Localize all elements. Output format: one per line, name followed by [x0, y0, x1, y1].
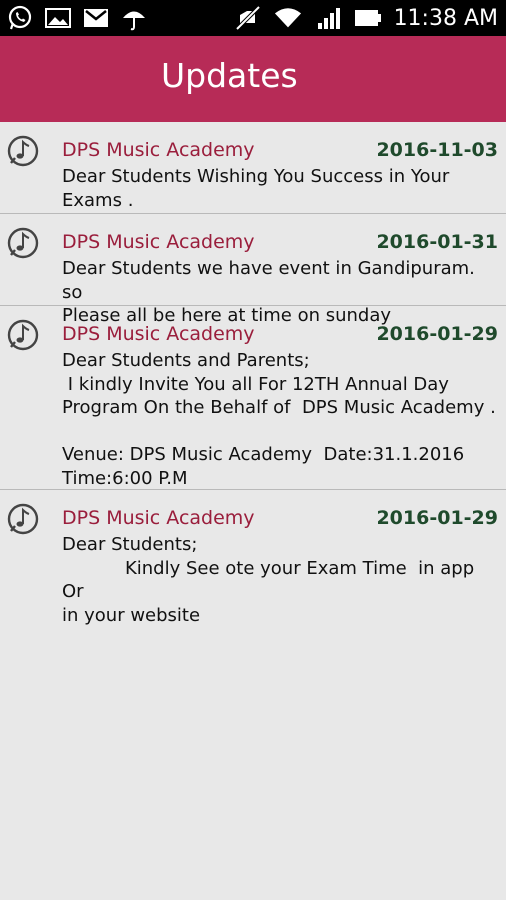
update-message: Dear Students; Kindly See ote your Exam … — [62, 534, 475, 626]
music-note-icon — [7, 319, 39, 351]
update-message: Dear Students Wishing You Success in You… — [62, 166, 450, 211]
weather-icon — [120, 4, 148, 32]
list-item[interactable]: DPS Music Academy 2016-01-31 Dear Studen… — [0, 214, 506, 326]
battery-icon — [354, 4, 382, 32]
app-bar: Updates — [0, 36, 506, 122]
music-note-icon — [7, 227, 39, 259]
wifi-icon — [274, 4, 302, 32]
list-item[interactable]: DPS Music Academy 2016-01-29 Dear Studen… — [0, 490, 506, 626]
music-note-icon — [7, 135, 39, 167]
whatsapp-icon — [6, 4, 34, 32]
update-date: 2016-01-31 — [376, 231, 498, 253]
updates-list: DPS Music Academy 2016-11-03 Dear Studen… — [0, 122, 506, 626]
update-sender: DPS Music Academy — [62, 231, 255, 253]
update-date: 2016-11-03 — [376, 139, 498, 161]
signal-icon — [314, 4, 342, 32]
update-sender: DPS Music Academy — [62, 323, 255, 345]
list-item[interactable]: DPS Music Academy 2016-11-03 Dear Studen… — [0, 122, 506, 214]
update-message: Dear Students and Parents; I kindly Invi… — [62, 350, 496, 489]
music-note-icon — [7, 503, 39, 535]
list-item[interactable]: DPS Music Academy 2016-01-29 Dear Studen… — [0, 306, 506, 490]
status-bar: 11:38 AM — [0, 0, 506, 36]
update-sender: DPS Music Academy — [62, 507, 255, 529]
gmail-icon — [82, 4, 110, 32]
status-time: 11:38 AM — [393, 5, 498, 31]
page-title: Updates — [161, 56, 298, 95]
gallery-icon — [44, 4, 72, 32]
mute-icon — [234, 4, 262, 32]
update-date: 2016-01-29 — [376, 323, 498, 345]
update-date: 2016-01-29 — [376, 507, 498, 529]
update-sender: DPS Music Academy — [62, 139, 255, 161]
